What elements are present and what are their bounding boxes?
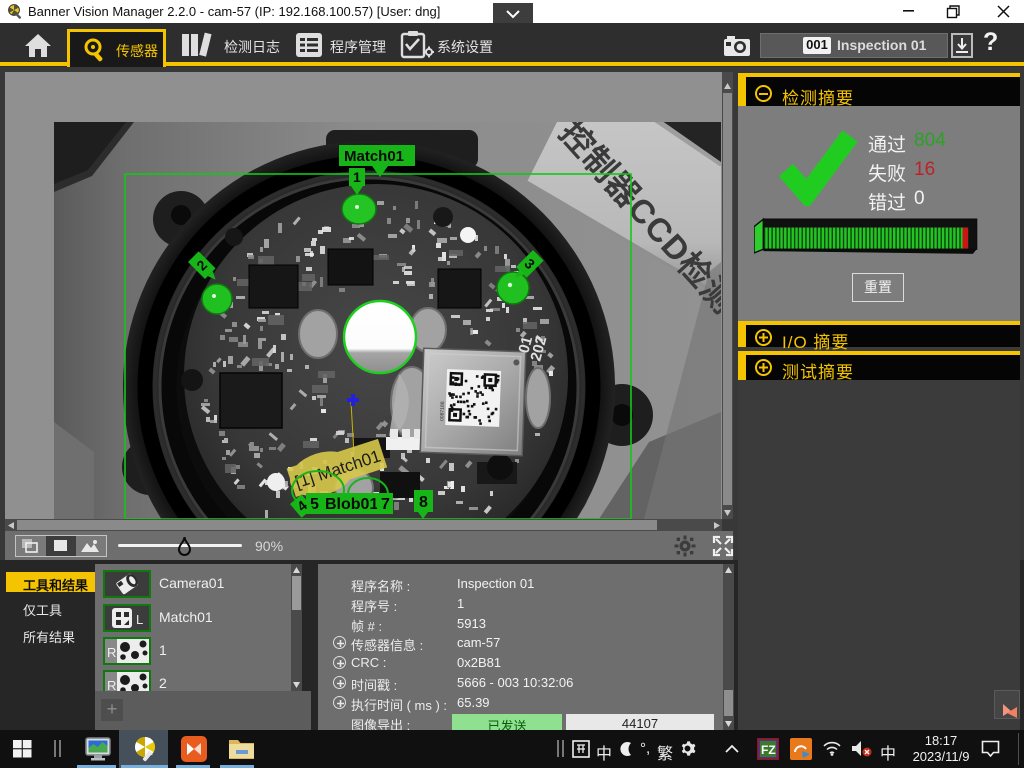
svg-text:1: 1 (353, 169, 361, 185)
svg-text:FZ: FZ (761, 743, 776, 757)
svg-text:L: L (136, 612, 143, 627)
svg-text:7: 7 (381, 496, 390, 513)
svg-text:0087188: 0087188 (439, 401, 446, 421)
svg-text:Blob01: Blob01 (325, 496, 378, 513)
svg-text:5: 5 (310, 496, 319, 513)
svg-text:R: R (107, 645, 116, 660)
svg-text:8: 8 (419, 494, 428, 511)
svg-text:Match01: Match01 (344, 148, 404, 165)
